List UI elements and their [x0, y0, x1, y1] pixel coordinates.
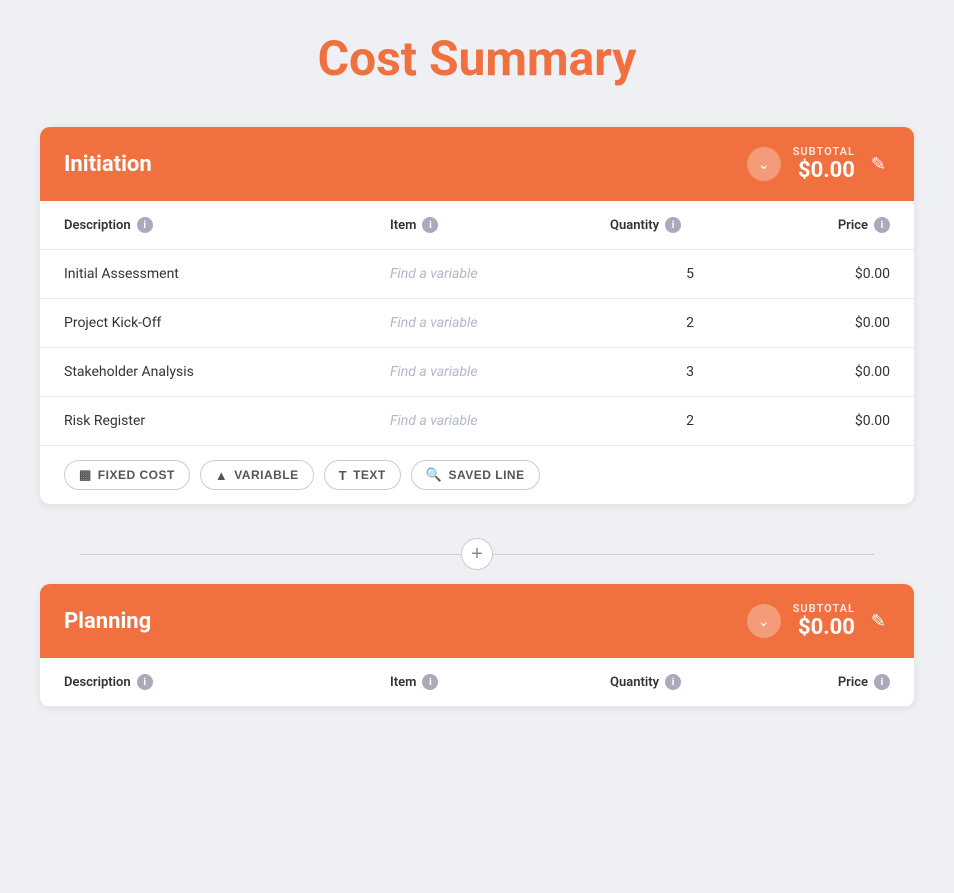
fixed-cost-button[interactable]: ▦ FIXED COST	[64, 460, 190, 490]
row-item-input[interactable]: Find a variable	[390, 413, 610, 429]
subtotal-block-planning: SUBTOTAL $0.00	[793, 602, 855, 640]
row-item-input[interactable]: Find a variable	[390, 364, 610, 380]
section-planning: Planning ⌄ SUBTOTAL $0.00 ✎ Description …	[40, 584, 914, 707]
variable-icon: ▲	[215, 468, 228, 483]
page-wrapper: Cost Summary Initiation ⌄ SUBTOTAL $0.00…	[0, 0, 954, 757]
col-header-description-planning: Description i	[64, 674, 390, 690]
subtotal-value-initiation: $0.00	[793, 158, 855, 183]
quantity-info-icon: i	[665, 217, 681, 233]
text-button[interactable]: T TEXT	[324, 460, 401, 490]
table-initiation: Description i Item i Quantity i Price i	[40, 201, 914, 504]
row-price: $0.00	[770, 315, 890, 331]
description-info-icon-planning: i	[137, 674, 153, 690]
row-description: Project Kick-Off	[64, 315, 390, 331]
col-header-quantity: Quantity i	[610, 217, 770, 233]
subtotal-block-initiation: SUBTOTAL $0.00	[793, 145, 855, 183]
table-planning: Description i Item i Quantity i Price i	[40, 658, 914, 707]
table-header-planning: Description i Item i Quantity i Price i	[40, 658, 914, 707]
action-row-initiation: ▦ FIXED COST ▲ VARIABLE T TEXT 🔍 SAVED L…	[40, 446, 914, 504]
subtotal-label-planning: SUBTOTAL	[793, 602, 855, 615]
collapse-button-initiation[interactable]: ⌄	[747, 147, 781, 181]
row-item-input[interactable]: Find a variable	[390, 266, 610, 282]
price-info-icon-planning: i	[874, 674, 890, 690]
row-price: $0.00	[770, 266, 890, 282]
table-row: Project Kick-Off Find a variable 2 $0.00	[40, 299, 914, 348]
description-info-icon: i	[137, 217, 153, 233]
row-description: Risk Register	[64, 413, 390, 429]
subtotal-value-planning: $0.00	[793, 615, 855, 640]
item-info-icon: i	[422, 217, 438, 233]
subtotal-label-initiation: SUBTOTAL	[793, 145, 855, 158]
col-header-price-planning: Price i	[770, 674, 890, 690]
edit-button-initiation[interactable]: ✎	[867, 150, 890, 179]
saved-line-icon: 🔍	[426, 467, 443, 483]
row-quantity: 2	[610, 315, 770, 331]
table-header-initiation: Description i Item i Quantity i Price i	[40, 201, 914, 250]
col-header-price: Price i	[770, 217, 890, 233]
table-row: Stakeholder Analysis Find a variable 3 $…	[40, 348, 914, 397]
row-quantity: 3	[610, 364, 770, 380]
table-row: Risk Register Find a variable 2 $0.00	[40, 397, 914, 446]
row-description: Initial Assessment	[64, 266, 390, 282]
edit-button-planning[interactable]: ✎	[867, 607, 890, 636]
add-section-button[interactable]: +	[461, 538, 493, 570]
section-initiation: Initiation ⌄ SUBTOTAL $0.00 ✎ Descriptio…	[40, 127, 914, 504]
quantity-info-icon-planning: i	[665, 674, 681, 690]
col-header-description: Description i	[64, 217, 390, 233]
col-header-item-planning: Item i	[390, 674, 610, 690]
collapse-button-planning[interactable]: ⌄	[747, 604, 781, 638]
page-title: Cost Summary	[40, 30, 914, 87]
variable-button[interactable]: ▲ VARIABLE	[200, 460, 314, 490]
fixed-cost-icon: ▦	[79, 467, 92, 483]
item-info-icon-planning: i	[422, 674, 438, 690]
row-quantity: 2	[610, 413, 770, 429]
row-price: $0.00	[770, 413, 890, 429]
table-row: Initial Assessment Find a variable 5 $0.…	[40, 250, 914, 299]
text-icon: T	[339, 468, 347, 483]
row-item-input[interactable]: Find a variable	[390, 315, 610, 331]
add-section-row: +	[40, 524, 914, 584]
row-quantity: 5	[610, 266, 770, 282]
price-info-icon: i	[874, 217, 890, 233]
section-header-planning: Planning ⌄ SUBTOTAL $0.00 ✎	[40, 584, 914, 658]
col-header-item: Item i	[390, 217, 610, 233]
row-description: Stakeholder Analysis	[64, 364, 390, 380]
section-header-initiation: Initiation ⌄ SUBTOTAL $0.00 ✎	[40, 127, 914, 201]
saved-line-button[interactable]: 🔍 SAVED LINE	[411, 460, 540, 490]
section-header-right-initiation: ⌄ SUBTOTAL $0.00 ✎	[747, 145, 890, 183]
section-header-right-planning: ⌄ SUBTOTAL $0.00 ✎	[747, 602, 890, 640]
section-title-planning: Planning	[64, 609, 151, 634]
row-price: $0.00	[770, 364, 890, 380]
section-title-initiation: Initiation	[64, 152, 152, 177]
col-header-quantity-planning: Quantity i	[610, 674, 770, 690]
